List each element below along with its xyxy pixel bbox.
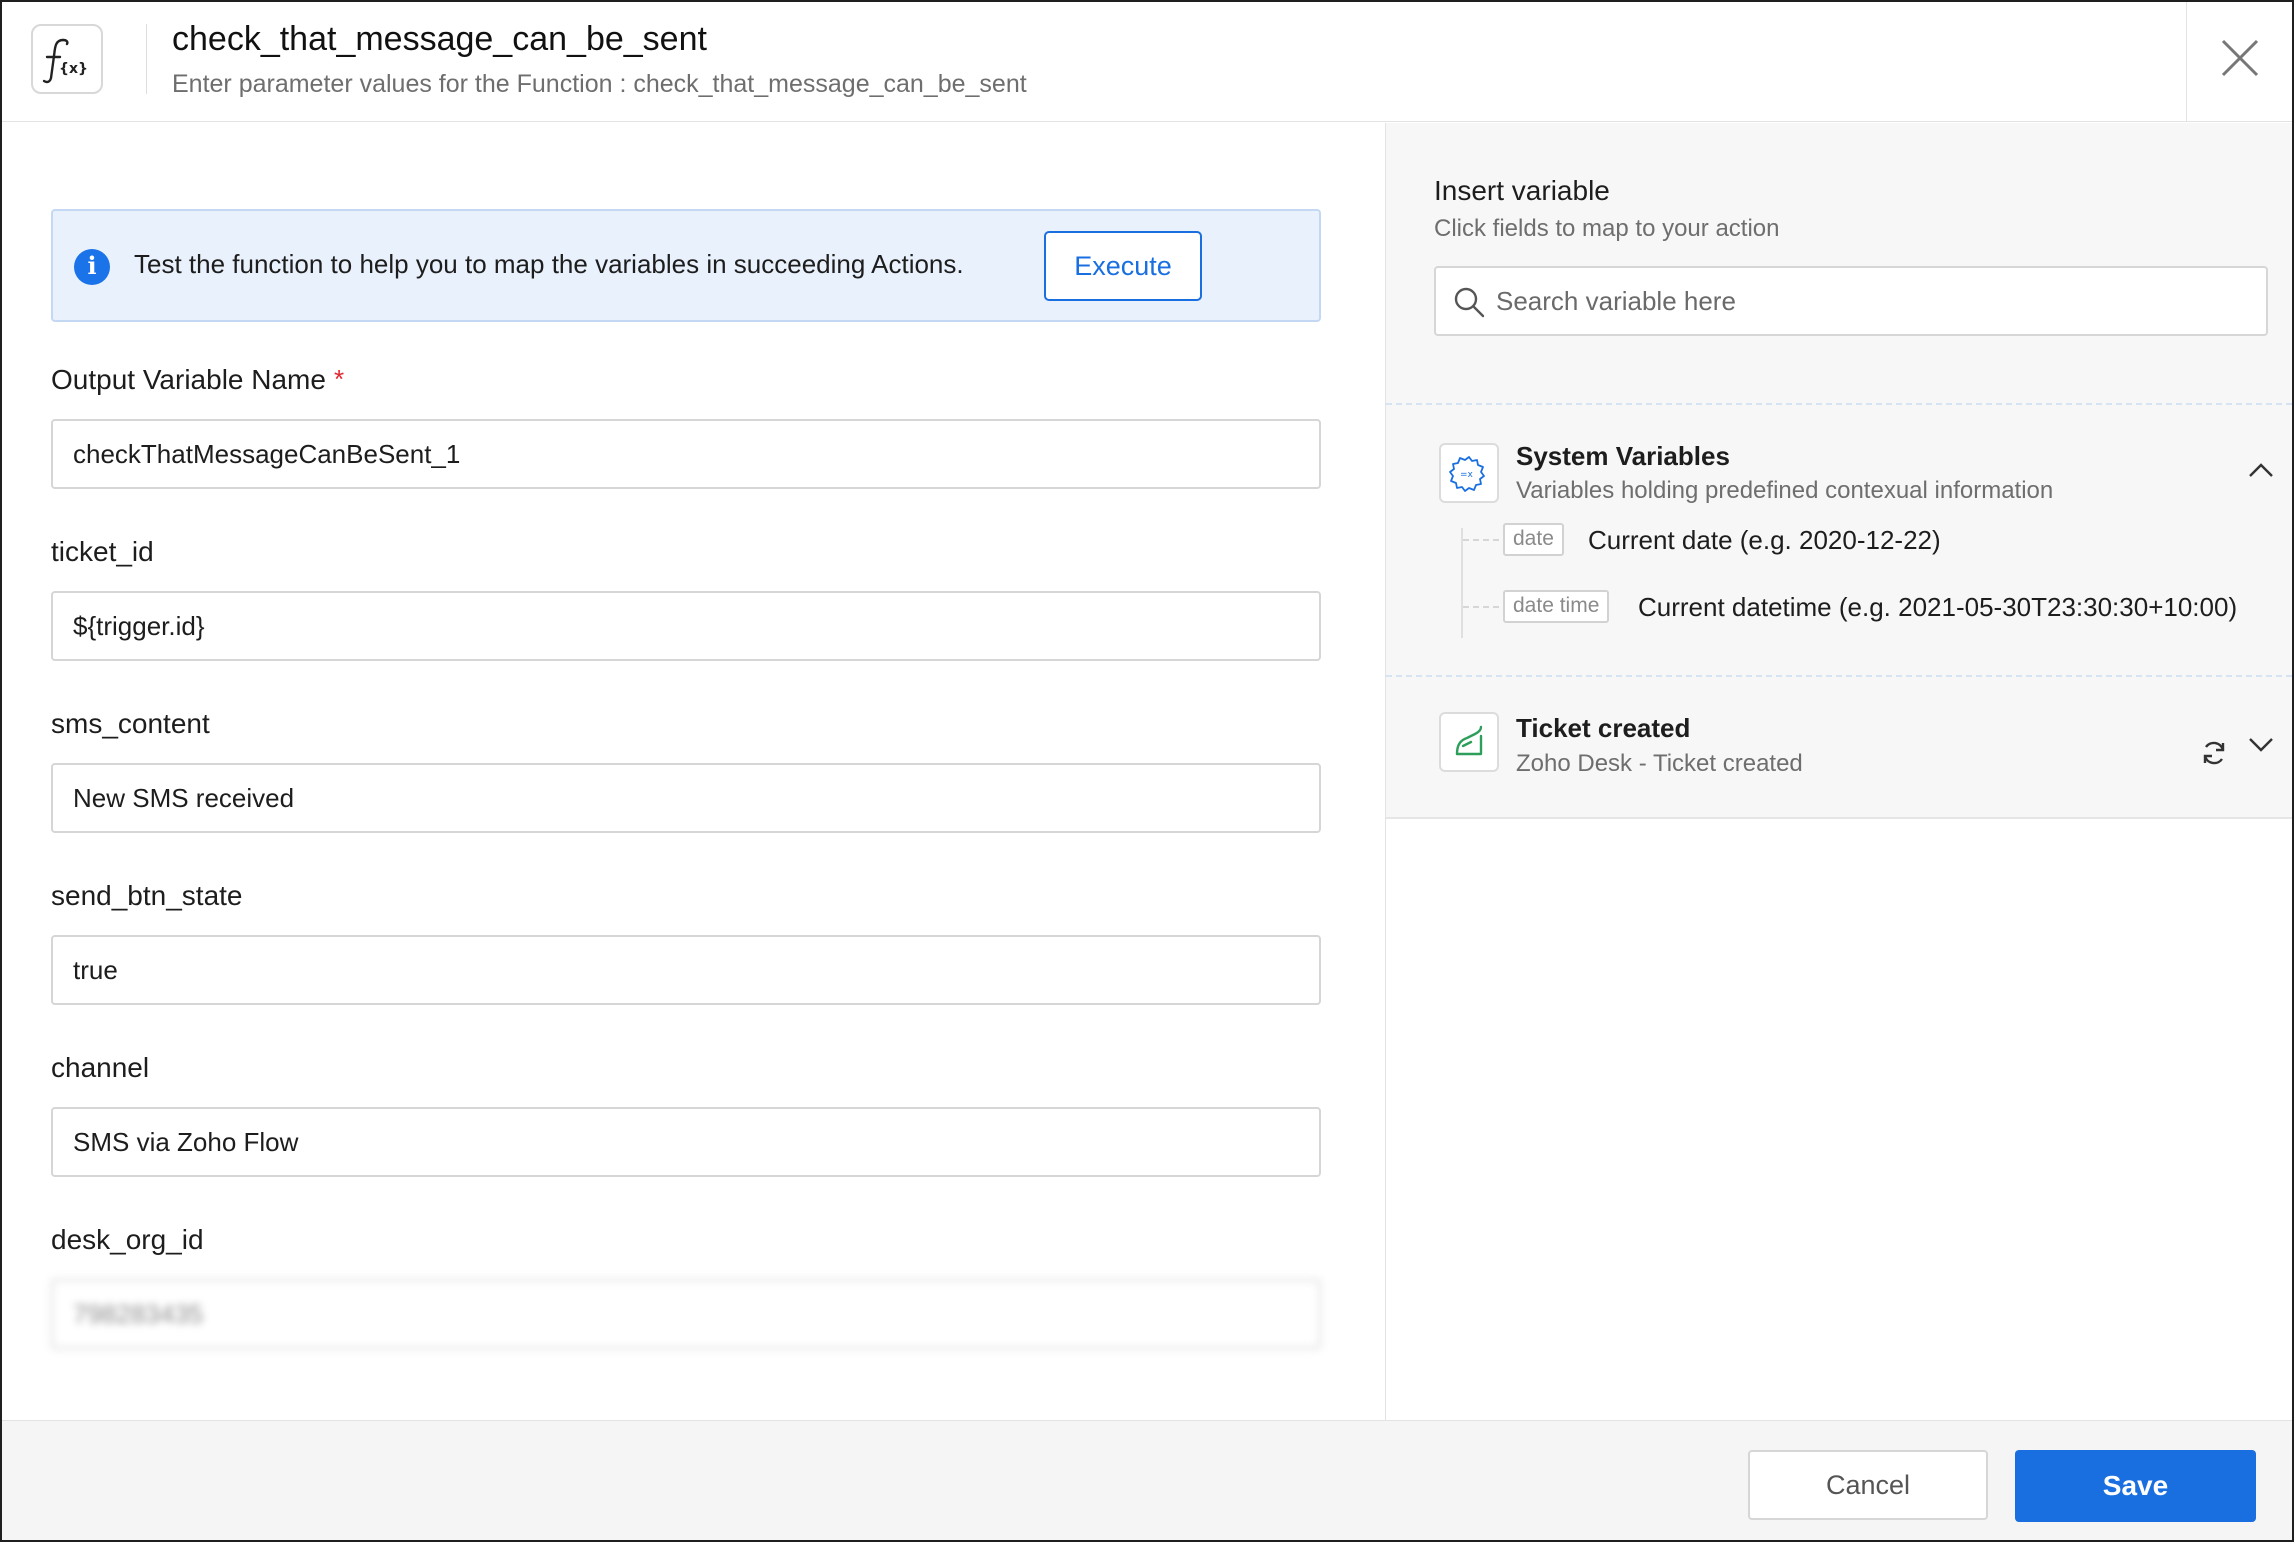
field-label-output-variable-name: Output Variable Name * <box>51 364 345 395</box>
header-separator <box>146 24 147 94</box>
variable-label: Current datetime (e.g. 2021-05-30T23:30:… <box>1638 592 2238 622</box>
function-parameters-dialog: {x} check_that_message_can_be_sent Enter… <box>0 0 2294 1542</box>
field-label-sms-content: sms_content <box>51 708 210 739</box>
ticket-created-title: Ticket created <box>1516 713 1691 743</box>
search-icon <box>1454 287 1485 318</box>
field-label-ticket-id: ticket_id <box>51 536 154 567</box>
field-label-channel: channel <box>51 1052 150 1083</box>
chevron-down-icon[interactable] <box>2246 735 2276 755</box>
field-label-desk-org-id: desk_org_id <box>51 1224 204 1255</box>
field-label-send-btn-state: send_btn_state <box>51 880 243 911</box>
type-badge: date time <box>1503 590 1610 623</box>
dialog-header: {x} check_that_message_can_be_sent Enter… <box>2 2 2292 122</box>
close-icon <box>2221 39 2259 77</box>
function-icon: {x} <box>31 24 103 94</box>
variable-label: Current date (e.g. 2020-12-22) <box>1588 525 1941 555</box>
parameters-form: i Test the function to help you to map t… <box>2 123 1385 1420</box>
channel-input[interactable] <box>51 1107 1321 1177</box>
svg-text:{x}: {x} <box>59 61 88 77</box>
system-variables-title: System Variables <box>1516 441 1730 471</box>
dialog-title: check_that_message_can_be_sent <box>172 20 707 58</box>
insert-variable-title: Insert variable <box>1434 175 1610 206</box>
output-variable-name-input[interactable] <box>51 419 1321 489</box>
insert-variable-panel: Insert variable Click fields to map to y… <box>1386 123 2292 1420</box>
refresh-icon[interactable] <box>2199 738 2229 768</box>
execute-button[interactable]: Execute <box>1044 231 1202 301</box>
section-divider <box>1386 675 2292 677</box>
section-divider <box>1386 403 2292 405</box>
search-variable-input[interactable] <box>1496 268 2256 334</box>
cancel-button[interactable]: Cancel <box>1748 1450 1988 1520</box>
system-variables-subtitle: Variables holding predefined contexual i… <box>1516 477 2054 504</box>
variable-search[interactable] <box>1434 266 2268 336</box>
section-divider <box>1386 817 2292 819</box>
tree-connector <box>1461 528 1463 638</box>
tree-branch <box>1463 539 1499 541</box>
zoho-desk-icon <box>1439 712 1499 772</box>
dialog-footer: Cancel Save <box>2 1420 2292 1540</box>
chevron-up-icon[interactable] <box>2246 460 2276 480</box>
ticket-id-input[interactable] <box>51 591 1321 661</box>
info-icon: i <box>74 249 110 285</box>
test-function-banner: i Test the function to help you to map t… <box>51 209 1321 322</box>
type-badge: date <box>1503 523 1564 556</box>
tree-branch <box>1463 606 1499 608</box>
close-button[interactable] <box>2186 2 2292 122</box>
save-button[interactable]: Save <box>2015 1450 2256 1522</box>
ticket-created-subtitle: Zoho Desk - Ticket created <box>1516 750 1803 777</box>
sms-content-input[interactable] <box>51 763 1321 833</box>
dialog-subtitle: Enter parameter values for the Function … <box>172 70 1027 98</box>
insert-variable-subtitle: Click fields to map to your action <box>1434 215 1780 242</box>
gear-variable-icon: =x <box>1439 443 1499 503</box>
desk-org-id-input[interactable] <box>51 1279 1321 1349</box>
send-btn-state-input[interactable] <box>51 935 1321 1005</box>
required-marker: * <box>333 364 345 394</box>
svg-text:=x: =x <box>1460 470 1474 480</box>
banner-text: Test the function to help you to map the… <box>134 249 964 279</box>
